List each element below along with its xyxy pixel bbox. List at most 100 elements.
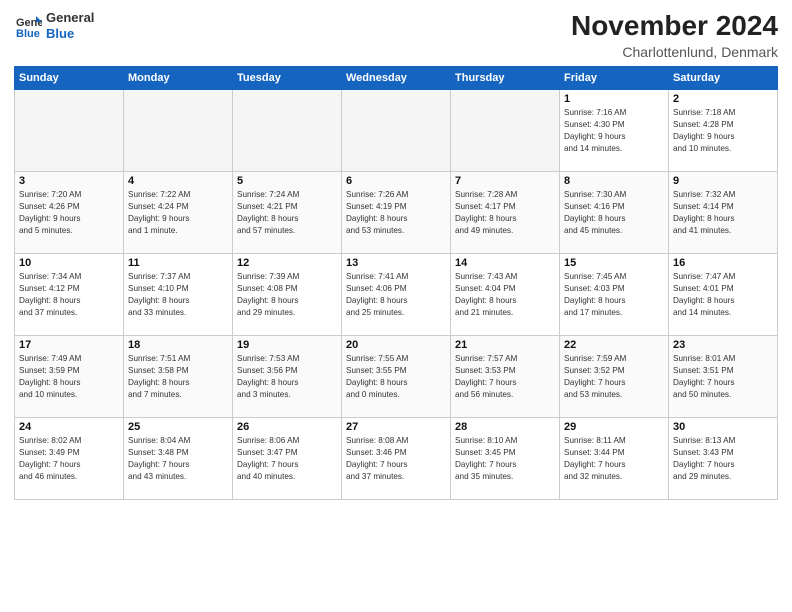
- week-row-3: 17 Sunrise: 7:49 AM Sunset: 3:59 PM Dayli…: [15, 336, 778, 418]
- week-row-0: 1Sunrise: 7:16 AM Sunset: 4:30 PM Daylig…: [15, 90, 778, 172]
- calendar-cell: 7 Sunrise: 7:28 AM Sunset: 4:17 PM Daylig…: [451, 172, 560, 254]
- day-info: Sunrise: 7:49 AM Sunset: 3:59 PM Dayligh…: [19, 353, 119, 401]
- day-info: Sunrise: 7:24 AM Sunset: 4:21 PM Dayligh…: [237, 189, 337, 237]
- day-info: Sunrise: 7:26 AM Sunset: 4:19 PM Dayligh…: [346, 189, 446, 237]
- day-info: Sunrise: 7:22 AM Sunset: 4:24 PM Dayligh…: [128, 189, 228, 237]
- calendar-cell: 17 Sunrise: 7:49 AM Sunset: 3:59 PM Dayli…: [15, 336, 124, 418]
- day-info: Sunrise: 8:06 AM Sunset: 3:47 PM Dayligh…: [237, 435, 337, 483]
- calendar-cell: 11Sunrise: 7:37 AM Sunset: 4:10 PM Dayli…: [124, 254, 233, 336]
- calendar-cell: 16 Sunrise: 7:47 AM Sunset: 4:01 PM Dayli…: [669, 254, 778, 336]
- title-area: November 2024 Charlottenlund, Denmark: [571, 10, 778, 60]
- day-number: 22: [564, 339, 664, 351]
- col-monday: Monday: [124, 67, 233, 90]
- col-thursday: Thursday: [451, 67, 560, 90]
- calendar-cell: 30 Sunrise: 8:13 AM Sunset: 3:43 PM Dayli…: [669, 418, 778, 500]
- col-sunday: Sunday: [15, 67, 124, 90]
- day-info: Sunrise: 7:28 AM Sunset: 4:17 PM Dayligh…: [455, 189, 555, 237]
- calendar-cell: 1Sunrise: 7:16 AM Sunset: 4:30 PM Daylig…: [560, 90, 669, 172]
- day-number: 28: [455, 421, 555, 433]
- day-number: 3: [19, 175, 119, 187]
- day-info: Sunrise: 7:41 AM Sunset: 4:06 PM Dayligh…: [346, 271, 446, 319]
- day-info: Sunrise: 7:30 AM Sunset: 4:16 PM Dayligh…: [564, 189, 664, 237]
- calendar-cell: 8 Sunrise: 7:30 AM Sunset: 4:16 PM Daylig…: [560, 172, 669, 254]
- calendar-cell: 24 Sunrise: 8:02 AM Sunset: 3:49 PM Dayli…: [15, 418, 124, 500]
- day-number: 20: [346, 339, 446, 351]
- day-info: Sunrise: 7:34 AM Sunset: 4:12 PM Dayligh…: [19, 271, 119, 319]
- day-info: Sunrise: 7:32 AM Sunset: 4:14 PM Dayligh…: [673, 189, 773, 237]
- day-number: 9: [673, 175, 773, 187]
- logo-general: General: [46, 10, 94, 26]
- calendar-cell: 23 Sunrise: 8:01 AM Sunset: 3:51 PM Dayli…: [669, 336, 778, 418]
- day-info: Sunrise: 7:59 AM Sunset: 3:52 PM Dayligh…: [564, 353, 664, 401]
- week-row-2: 10Sunrise: 7:34 AM Sunset: 4:12 PM Dayli…: [15, 254, 778, 336]
- calendar-cell: 22 Sunrise: 7:59 AM Sunset: 3:52 PM Dayli…: [560, 336, 669, 418]
- day-number: 27: [346, 421, 446, 433]
- calendar-cell: 27Sunrise: 8:08 AM Sunset: 3:46 PM Dayli…: [342, 418, 451, 500]
- week-row-4: 24 Sunrise: 8:02 AM Sunset: 3:49 PM Dayli…: [15, 418, 778, 500]
- day-number: 24: [19, 421, 119, 433]
- day-info: Sunrise: 8:01 AM Sunset: 3:51 PM Dayligh…: [673, 353, 773, 401]
- day-number: 11: [128, 257, 228, 269]
- page: General Blue General Blue November 2024 …: [0, 0, 792, 612]
- header: General Blue General Blue November 2024 …: [14, 10, 778, 60]
- calendar-cell: 19Sunrise: 7:53 AM Sunset: 3:56 PM Dayli…: [233, 336, 342, 418]
- day-info: Sunrise: 8:04 AM Sunset: 3:48 PM Dayligh…: [128, 435, 228, 483]
- day-number: 13: [346, 257, 446, 269]
- calendar-cell: 20Sunrise: 7:55 AM Sunset: 3:55 PM Dayli…: [342, 336, 451, 418]
- day-number: 16: [673, 257, 773, 269]
- day-number: 8: [564, 175, 664, 187]
- calendar-cell: 21 Sunrise: 7:57 AM Sunset: 3:53 PM Dayli…: [451, 336, 560, 418]
- calendar-header-row: Sunday Monday Tuesday Wednesday Thursday…: [15, 67, 778, 90]
- day-info: Sunrise: 7:39 AM Sunset: 4:08 PM Dayligh…: [237, 271, 337, 319]
- calendar-cell: 25 Sunrise: 8:04 AM Sunset: 3:48 PM Dayli…: [124, 418, 233, 500]
- location: Charlottenlund, Denmark: [571, 44, 778, 60]
- day-info: Sunrise: 7:43 AM Sunset: 4:04 PM Dayligh…: [455, 271, 555, 319]
- day-number: 23: [673, 339, 773, 351]
- calendar-cell: [15, 90, 124, 172]
- day-number: 30: [673, 421, 773, 433]
- calendar-cell: 13 Sunrise: 7:41 AM Sunset: 4:06 PM Dayli…: [342, 254, 451, 336]
- svg-text:Blue: Blue: [16, 28, 40, 40]
- calendar-cell: 3Sunrise: 7:20 AM Sunset: 4:26 PM Daylig…: [15, 172, 124, 254]
- logo: General Blue General Blue: [14, 10, 94, 41]
- calendar-cell: [342, 90, 451, 172]
- calendar-cell: [233, 90, 342, 172]
- day-number: 14: [455, 257, 555, 269]
- month-title: November 2024: [571, 10, 778, 42]
- logo-blue: Blue: [46, 26, 94, 42]
- day-info: Sunrise: 8:02 AM Sunset: 3:49 PM Dayligh…: [19, 435, 119, 483]
- calendar-cell: [451, 90, 560, 172]
- day-number: 6: [346, 175, 446, 187]
- day-number: 4: [128, 175, 228, 187]
- day-number: 21: [455, 339, 555, 351]
- day-info: Sunrise: 7:53 AM Sunset: 3:56 PM Dayligh…: [237, 353, 337, 401]
- day-info: Sunrise: 7:18 AM Sunset: 4:28 PM Dayligh…: [673, 107, 773, 155]
- day-number: 15: [564, 257, 664, 269]
- calendar-cell: 6 Sunrise: 7:26 AM Sunset: 4:19 PM Daylig…: [342, 172, 451, 254]
- calendar: Sunday Monday Tuesday Wednesday Thursday…: [14, 66, 778, 500]
- calendar-cell: 5 Sunrise: 7:24 AM Sunset: 4:21 PM Daylig…: [233, 172, 342, 254]
- calendar-cell: 10Sunrise: 7:34 AM Sunset: 4:12 PM Dayli…: [15, 254, 124, 336]
- day-number: 7: [455, 175, 555, 187]
- day-info: Sunrise: 7:16 AM Sunset: 4:30 PM Dayligh…: [564, 107, 664, 155]
- col-saturday: Saturday: [669, 67, 778, 90]
- day-info: Sunrise: 7:47 AM Sunset: 4:01 PM Dayligh…: [673, 271, 773, 319]
- logo-icon: General Blue: [14, 12, 42, 40]
- calendar-cell: 15Sunrise: 7:45 AM Sunset: 4:03 PM Dayli…: [560, 254, 669, 336]
- day-info: Sunrise: 7:57 AM Sunset: 3:53 PM Dayligh…: [455, 353, 555, 401]
- day-number: 5: [237, 175, 337, 187]
- calendar-cell: 14 Sunrise: 7:43 AM Sunset: 4:04 PM Dayli…: [451, 254, 560, 336]
- day-info: Sunrise: 7:51 AM Sunset: 3:58 PM Dayligh…: [128, 353, 228, 401]
- calendar-cell: 26 Sunrise: 8:06 AM Sunset: 3:47 PM Dayli…: [233, 418, 342, 500]
- calendar-cell: 9 Sunrise: 7:32 AM Sunset: 4:14 PM Daylig…: [669, 172, 778, 254]
- day-info: Sunrise: 8:13 AM Sunset: 3:43 PM Dayligh…: [673, 435, 773, 483]
- day-number: 25: [128, 421, 228, 433]
- day-number: 2: [673, 93, 773, 105]
- day-number: 18: [128, 339, 228, 351]
- day-number: 29: [564, 421, 664, 433]
- calendar-cell: 4 Sunrise: 7:22 AM Sunset: 4:24 PM Daylig…: [124, 172, 233, 254]
- day-number: 17: [19, 339, 119, 351]
- day-number: 26: [237, 421, 337, 433]
- calendar-cell: 29Sunrise: 8:11 AM Sunset: 3:44 PM Dayli…: [560, 418, 669, 500]
- col-tuesday: Tuesday: [233, 67, 342, 90]
